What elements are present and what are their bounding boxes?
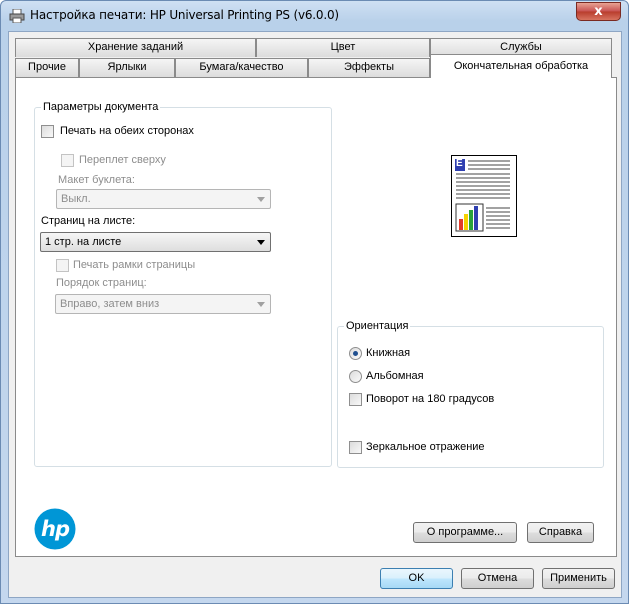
duplex-label[interactable]: Печать на обеих сторонах [60,125,194,137]
help-button[interactable]: Справка [527,522,594,543]
rotate-180-label[interactable]: Поворот на 180 градусов [366,393,494,405]
hp-logo: hp [34,508,76,550]
group-title: Ориентация [344,320,411,332]
tab-label: Бумага/качество [199,61,284,73]
tab-advanced[interactable]: Прочие [15,58,79,77]
tab-finishing[interactable]: Окончательная обработка [430,54,612,78]
page-preview: E [451,155,517,237]
booklet-layout-label: Макет буклета: [58,174,135,186]
close-icon: x [594,4,603,19]
button-label: О программе... [426,526,504,538]
button-label: OK [408,572,425,584]
pages-per-sheet-select[interactable]: 1 стр. на листе [40,232,271,252]
title-bar[interactable]: Настройка печати: HP Universal Printing … [1,1,628,31]
tab-label: Прочие [28,61,66,73]
tab-shortcuts[interactable]: Ярлыки [79,58,175,77]
hp-logo-text: hp [41,517,70,541]
pages-per-sheet-label: Страниц на листе: [41,215,136,227]
cancel-button[interactable]: Отмена [461,568,534,589]
print-settings-window: Настройка печати: HP Universal Printing … [0,0,629,604]
portrait-radio[interactable] [349,347,362,360]
page-order-select[interactable]: Вправо, затем вниз [55,294,271,314]
tab-job-storage[interactable]: Хранение заданий [15,38,256,57]
printer-icon [9,8,25,24]
apply-button[interactable]: Применить [542,568,615,589]
page-order-label: Порядок страниц: [56,277,147,289]
rotate-180-checkbox[interactable] [349,393,362,406]
chevron-down-icon [257,197,265,202]
ok-button[interactable]: OK [380,568,453,589]
page-order-value: Вправо, затем вниз [60,298,160,310]
booklet-layout-value: Выкл. [61,193,91,205]
mirror-checkbox[interactable] [349,441,362,454]
button-label: Справка [538,526,583,538]
tab-label: Хранение заданий [87,41,184,53]
tab-label: Ярлыки [107,61,147,73]
preview-letter: E [456,158,463,169]
duplex-checkbox[interactable] [41,125,54,138]
about-button[interactable]: О программе... [413,522,517,543]
tab-label: Цвет [330,41,356,53]
flip-up-checkbox[interactable] [61,154,74,167]
tab-paper-quality[interactable]: Бумага/качество [175,58,308,77]
print-page-borders-label[interactable]: Печать рамки страницы [73,259,195,271]
window-title: Настройка печати: HP Universal Printing … [30,8,339,22]
portrait-label[interactable]: Книжная [366,347,410,359]
tab-label: Эффекты [343,61,394,73]
tab-effects[interactable]: Эффекты [308,58,430,77]
flip-up-label[interactable]: Переплет сверху [79,154,166,166]
tab-label: Окончательная обработка [453,60,589,72]
chevron-down-icon [257,302,265,307]
pages-per-sheet-value: 1 стр. на листе [45,236,122,248]
chevron-down-icon [257,240,265,245]
button-label: Применить [550,572,607,584]
finishing-tab-page: Параметры документа Печать на обеих стор… [15,77,617,557]
button-label: Отмена [477,572,518,584]
dialog-client-area: Хранение заданий Цвет Службы Прочие Ярлы… [8,31,622,598]
mirror-label[interactable]: Зеркальное отражение [366,441,485,453]
print-page-borders-checkbox[interactable] [56,259,69,272]
booklet-layout-select[interactable]: Выкл. [56,189,271,209]
close-button[interactable]: x [576,2,621,21]
group-title: Параметры документа [41,101,161,113]
tab-label: Службы [500,41,542,53]
landscape-label[interactable]: Альбомная [366,370,424,382]
tab-color[interactable]: Цвет [256,38,430,57]
landscape-radio[interactable] [349,370,362,383]
